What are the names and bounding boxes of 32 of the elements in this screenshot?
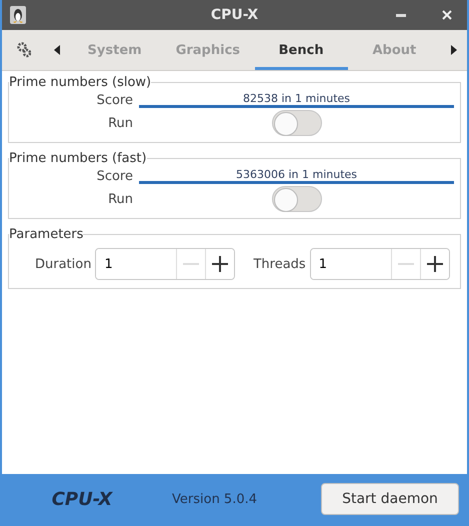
penguin-icon — [10, 6, 26, 24]
plus-icon — [212, 256, 228, 272]
spin-field[interactable]: 1 — [95, 248, 236, 280]
run-label: Run — [107, 192, 133, 206]
increment-button[interactable] — [205, 249, 234, 279]
gears-icon — [17, 42, 31, 58]
parameter-label: Duration — [35, 256, 92, 272]
version-text: Version 5.0.4 — [171, 492, 258, 506]
run-label: Run — [107, 116, 133, 130]
minus-icon — [183, 263, 200, 265]
section-title: Prime numbers (fast) — [9, 151, 147, 166]
start-daemon-button[interactable]: Start daemon — [321, 483, 459, 515]
score-label: Score — [96, 168, 133, 184]
parameter-label: Threads — [253, 256, 306, 272]
close-icon — [442, 10, 452, 20]
run-switch[interactable] — [272, 110, 322, 136]
section-title: Prime numbers (slow) — [9, 75, 152, 90]
plus-icon — [426, 256, 443, 272]
run-switch[interactable] — [272, 186, 322, 212]
minimize-icon — [396, 14, 406, 16]
increment-button[interactable] — [420, 249, 449, 279]
minus-icon — [398, 263, 414, 265]
tab[interactable]: Bench — [254, 30, 348, 70]
app-logo: CPU-X — [50, 488, 114, 510]
score-value: 5363006 in 1 minutes — [236, 168, 358, 181]
spin-field[interactable]: 1 — [310, 248, 450, 280]
score-value: 82538 in 1 minutes — [242, 92, 350, 105]
section-title: Parameters — [9, 227, 84, 242]
caret-icon — [54, 45, 60, 55]
window-title: CPU-X — [210, 7, 260, 23]
caret-icon — [451, 45, 457, 55]
score-label: Score — [96, 92, 133, 108]
